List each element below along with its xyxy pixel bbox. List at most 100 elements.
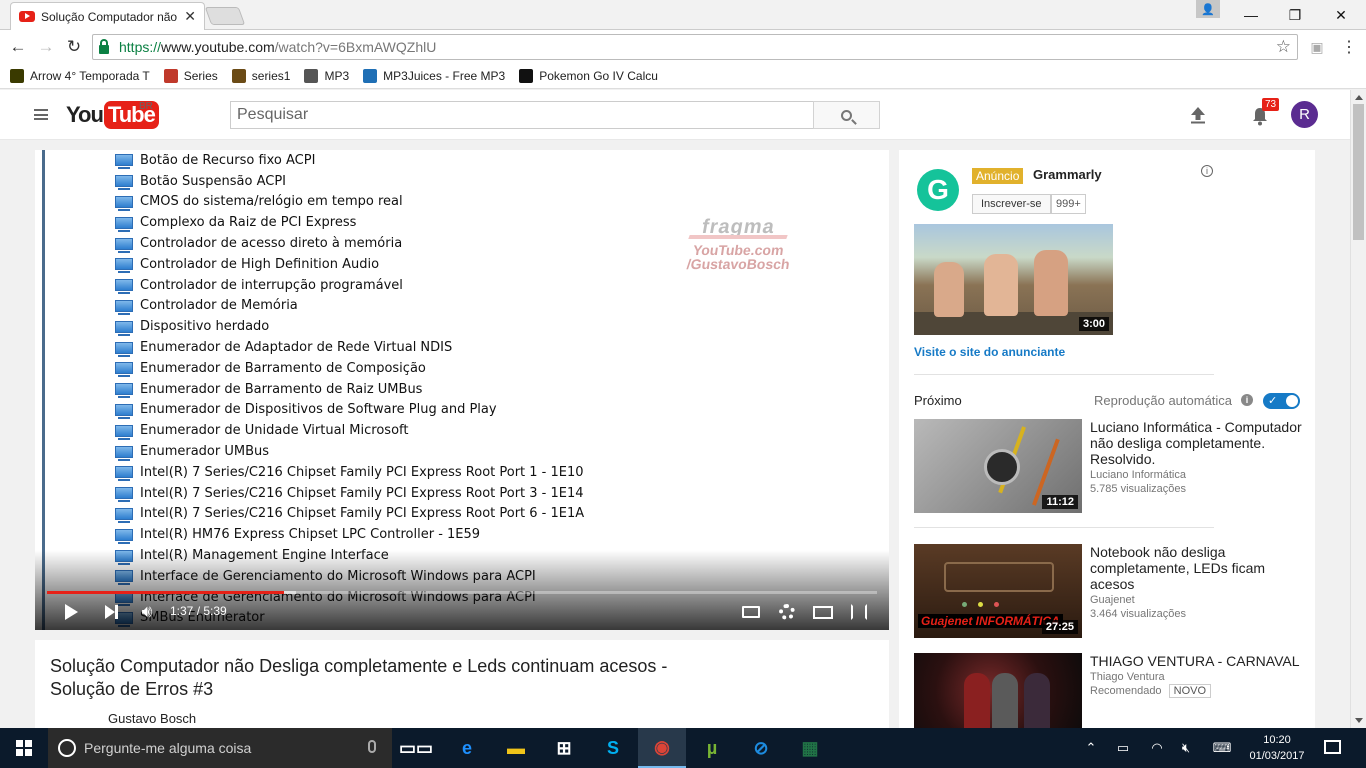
device-name: Intel(R) 7 Series/C216 Chipset Family PC… [140,506,585,522]
windows-taskbar: Pergunte-me alguma coisa ▭▭ e ▬ ⊞ S ◉ µ ⊘ ▦ ⌃ ▭ … [0,728,1366,768]
autoplay-toggle[interactable]: ✓ [1263,393,1300,409]
subscribe-button[interactable]: Inscrever-se [972,194,1051,214]
bookmark-item[interactable]: MP3 [304,68,349,83]
video-thumbnail[interactable] [914,653,1082,728]
scroll-up-arrow-icon[interactable] [1355,95,1363,100]
scroll-down-arrow-icon[interactable] [1355,718,1363,723]
video-player[interactable]: Botão de Recurso fixo ACPI Botão Suspensã… [35,150,889,630]
url-path: /watch?v=6BxmAWQZhlU [274,39,437,55]
device-name: Controlador de Memória [140,298,298,314]
device-icon [115,279,133,295]
video-thumbnail[interactable]: 11:12 [914,419,1082,513]
avatar[interactable]: R [1291,101,1318,128]
volume-muted-icon[interactable]: 🔇︎ [1176,728,1196,768]
scrollbar-thumb[interactable] [1353,104,1364,240]
taskbar-skype-button[interactable]: S [589,728,637,768]
bookmark-item[interactable]: Series [163,68,218,83]
fullscreen-button[interactable] [849,602,869,622]
restore-button[interactable]: ❐ [1272,0,1318,30]
device-icon [115,487,133,503]
ad-info-icon[interactable]: i [1201,165,1213,177]
video-title[interactable]: THIAGO VENTURA - CARNAVAL [1090,653,1304,669]
upload-icon[interactable] [1189,106,1207,124]
search-input[interactable]: Pesquisar [230,101,814,129]
reload-icon[interactable]: ↻ [63,36,85,58]
settings-button[interactable] [777,602,797,622]
grammarly-logo[interactable]: G [917,169,959,211]
device-icon [115,507,133,523]
taskbar-safari-button[interactable]: ⊘ [737,728,785,768]
close-window-button[interactable]: ✕ [1318,0,1364,30]
bookmark-item[interactable]: MP3Juices - Free MP3 [363,68,505,83]
bookmark-item[interactable]: series1 [231,68,290,83]
autoplay-label: Reprodução automática [1094,393,1233,408]
up-next-label: Próximo [914,393,962,408]
device-name: Enumerador UMBus [140,444,270,460]
check-icon: ✓ [1268,395,1278,407]
youtube-favicon-icon [19,11,35,22]
list-item[interactable]: 11:12 Luciano Informática - Computador n… [914,419,1304,513]
tab-close-icon[interactable]: ✕ [184,8,196,25]
page-scrollbar[interactable] [1350,90,1366,728]
device-list-item: Enumerador de Barramento de Composição [115,358,584,379]
guide-menu-icon[interactable] [34,109,48,120]
device-icon [115,175,133,191]
channel-name: Guajenet [1090,594,1135,606]
video-title[interactable]: Notebook não desliga completamente, LEDs… [1090,544,1304,592]
pokemon-favicon-icon [519,68,534,83]
device-list-item: Controlador de High Definition Audio [115,254,584,275]
lock-icon [99,38,109,54]
divider [914,527,1214,528]
show-hidden-icons-chevron-icon[interactable]: ⌃ [1083,728,1099,768]
advertiser-name[interactable]: Grammarly [1033,167,1102,182]
back-arrow-icon[interactable]: ← [7,36,29,58]
keyboard-icon[interactable]: ⌨ [1208,728,1236,768]
action-center-icon[interactable] [1324,740,1341,754]
bookmark-item[interactable]: Pokemon Go IV Calcu [519,68,658,83]
search-button[interactable] [813,101,880,129]
taskbar-file-explorer-button[interactable]: ▬ [492,728,540,768]
taskbar-chrome-button[interactable]: ◉ [638,728,686,768]
browser-tab[interactable]: Solução Computador não ✕ [10,2,205,30]
device-name: Complexo da Raiz de PCI Express [140,215,357,231]
progress-bar[interactable] [47,591,877,594]
captions-button[interactable] [741,602,761,622]
bookmark-star-icon[interactable]: ☆ [1276,37,1291,57]
start-button[interactable] [0,728,48,768]
microphone-icon[interactable] [368,740,376,753]
taskbar-spreadsheet-button[interactable]: ▦ [786,728,834,768]
taskbar-utorrent-button[interactable]: µ [688,728,736,768]
list-item[interactable]: THIAGO VENTURA - CARNAVAL Thiago Ventura… [914,653,1304,728]
forward-arrow-icon[interactable]: → [35,36,57,58]
volume-button[interactable]: 🔊︎ [135,602,159,622]
address-bar[interactable]: https:// www.youtube.com /watch?v=6BxmAW… [92,34,1298,60]
device-icon [115,216,133,232]
wifi-icon[interactable]: ◠ [1147,728,1167,768]
minimize-button[interactable]: — [1228,0,1274,30]
arrow-favicon-icon [10,68,24,83]
mp3-favicon-icon [304,68,319,83]
autoplay-info-icon[interactable]: i [1241,394,1253,406]
video-title[interactable]: Luciano Informática - Computador não des… [1090,419,1304,467]
play-button[interactable] [61,602,81,622]
chrome-menu-icon[interactable]: ⋮ [1338,36,1360,58]
taskbar-edge-button[interactable]: e [443,728,491,768]
new-tab-button[interactable] [204,7,246,25]
video-thumbnail[interactable]: Guajenet INFORMÁTICA 27:25 [914,544,1082,638]
battery-icon[interactable]: ▭ [1113,728,1133,768]
taskbar-task-view-button[interactable]: ▭▭ [392,728,440,768]
list-item[interactable]: Guajenet INFORMÁTICA 27:25 Notebook não … [914,544,1304,638]
channel-name[interactable]: Gustavo Bosch [108,711,196,726]
cortana-search-box[interactable]: Pergunte-me alguma coisa [48,728,392,768]
url-scheme: https:// [119,39,162,55]
profile-icon[interactable]: 👤 [1196,0,1220,18]
ad-video-thumbnail[interactable]: 3:00 [914,224,1113,335]
taskbar-store-button[interactable]: ⊞ [540,728,588,768]
next-button[interactable] [101,602,121,622]
theater-mode-button[interactable] [812,602,834,622]
extension-icon[interactable]: ▣ [1306,36,1328,58]
device-name: Dispositivo herdado [140,319,270,335]
visit-advertiser-link[interactable]: Visite o site do anunciante [914,345,1065,359]
system-clock[interactable]: 10:20 01/03/2017 [1247,732,1307,764]
bookmark-item[interactable]: Arrow 4° Temporada T [10,68,150,83]
